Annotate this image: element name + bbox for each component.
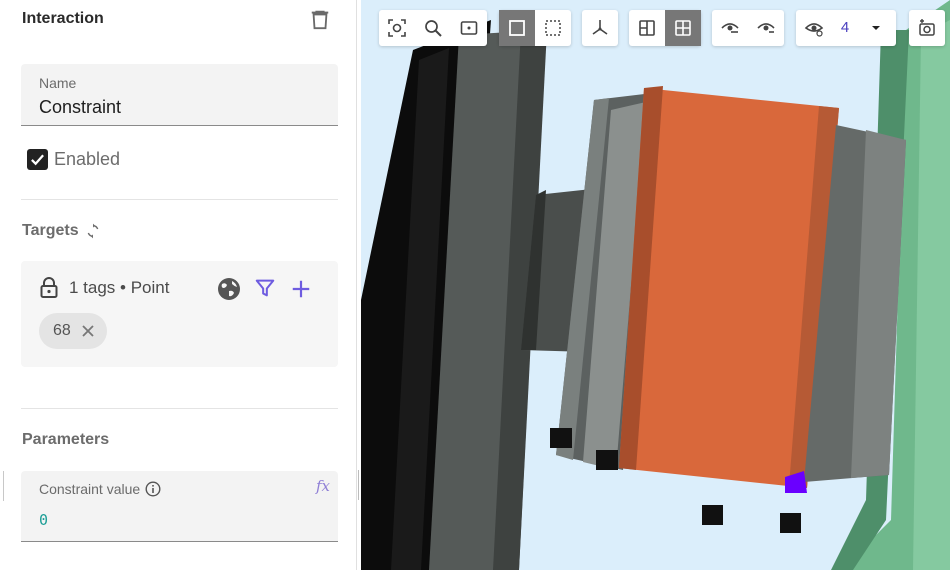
plus-icon[interactable]: [290, 278, 312, 300]
camera-icon: [919, 19, 935, 36]
name-field-value[interactable]: Constraint: [39, 97, 121, 118]
constraint-value-label: Constraint value: [39, 481, 141, 497]
lock-icon: [40, 277, 58, 298]
targets-title: Targets: [22, 222, 79, 239]
screenshot-group: [909, 10, 945, 46]
parameters-title: Parameters: [22, 431, 110, 448]
layout-group: [629, 10, 701, 46]
hide-button[interactable]: [712, 10, 748, 46]
axes-icon: [592, 20, 608, 35]
trash-icon[interactable]: [309, 8, 331, 30]
frame-button[interactable]: [451, 10, 487, 46]
name-field[interactable]: Name Constraint: [21, 64, 338, 126]
3d-viewport[interactable]: 4: [361, 0, 950, 570]
visibility-group: [712, 10, 784, 46]
visible-count-dropdown[interactable]: [858, 10, 894, 46]
eye-counter-icon: [804, 23, 824, 37]
solid-select-button[interactable]: [499, 10, 535, 46]
zoom-button[interactable]: [415, 10, 451, 46]
axes-group: [582, 10, 618, 46]
panel-scroll-marker: [3, 471, 4, 501]
constraint-value-input[interactable]: 0: [39, 511, 48, 529]
app-root: Interaction Name Constraint Enabled Targ…: [0, 0, 950, 570]
fit-view-icon: [388, 19, 406, 37]
split-view-button[interactable]: [629, 10, 665, 46]
fx-icon[interactable]: fx: [316, 477, 330, 495]
targets-summary: 1 tags • Point: [69, 278, 170, 297]
square-icon: [509, 20, 525, 36]
screenshot-button[interactable]: [909, 10, 945, 46]
constraint-value-label-row: Constraint value: [39, 481, 161, 497]
split-view-icon: [639, 20, 655, 36]
fit-view-button[interactable]: [379, 10, 415, 46]
enabled-label: Enabled: [54, 148, 121, 169]
frame-icon: [460, 21, 478, 35]
eye-hide-icon: [721, 23, 739, 33]
interaction-panel: Interaction Name Constraint Enabled Targ…: [0, 0, 356, 570]
box-select-button[interactable]: [535, 10, 571, 46]
visible-eye-button[interactable]: [796, 10, 832, 46]
refresh-icon[interactable]: [85, 223, 101, 239]
visible-count: 4: [840, 19, 850, 36]
enabled-row[interactable]: Enabled: [27, 147, 120, 171]
constraint-value-field[interactable]: Constraint value fx 0: [21, 471, 338, 542]
quad-view-button[interactable]: [665, 10, 701, 46]
chevron-down-icon: [872, 26, 880, 30]
info-icon[interactable]: [145, 481, 161, 497]
tag-chip-label: 68: [53, 322, 71, 339]
zoom-icon: [425, 20, 442, 37]
divider: [21, 408, 338, 409]
visible-count-group[interactable]: 4: [796, 10, 896, 46]
name-field-label: Name: [39, 75, 77, 91]
grid-icon: [675, 20, 691, 36]
filter-icon[interactable]: [254, 277, 276, 299]
globe-icon[interactable]: [217, 277, 241, 301]
axes-button[interactable]: [582, 10, 618, 46]
parameters-section-title: Parameters: [22, 431, 109, 449]
eye-icon: [757, 23, 775, 33]
panel-title: Interaction: [22, 10, 104, 27]
selection-mode-group: [499, 10, 571, 46]
divider: [21, 199, 338, 200]
targets-section-title: Targets: [22, 222, 101, 240]
close-icon[interactable]: [81, 324, 95, 338]
3d-scene[interactable]: [361, 0, 950, 570]
tag-chip[interactable]: 68: [39, 313, 107, 349]
panel-edge: [356, 0, 357, 570]
targets-box: 1 tags • Point 68: [21, 261, 338, 367]
panel-resize-handle[interactable]: [358, 470, 359, 500]
check-icon: [31, 154, 44, 165]
show-button[interactable]: [748, 10, 784, 46]
dashed-square-icon: [545, 20, 561, 36]
enabled-checkbox[interactable]: [27, 148, 48, 170]
view-tools-group: [379, 10, 487, 46]
